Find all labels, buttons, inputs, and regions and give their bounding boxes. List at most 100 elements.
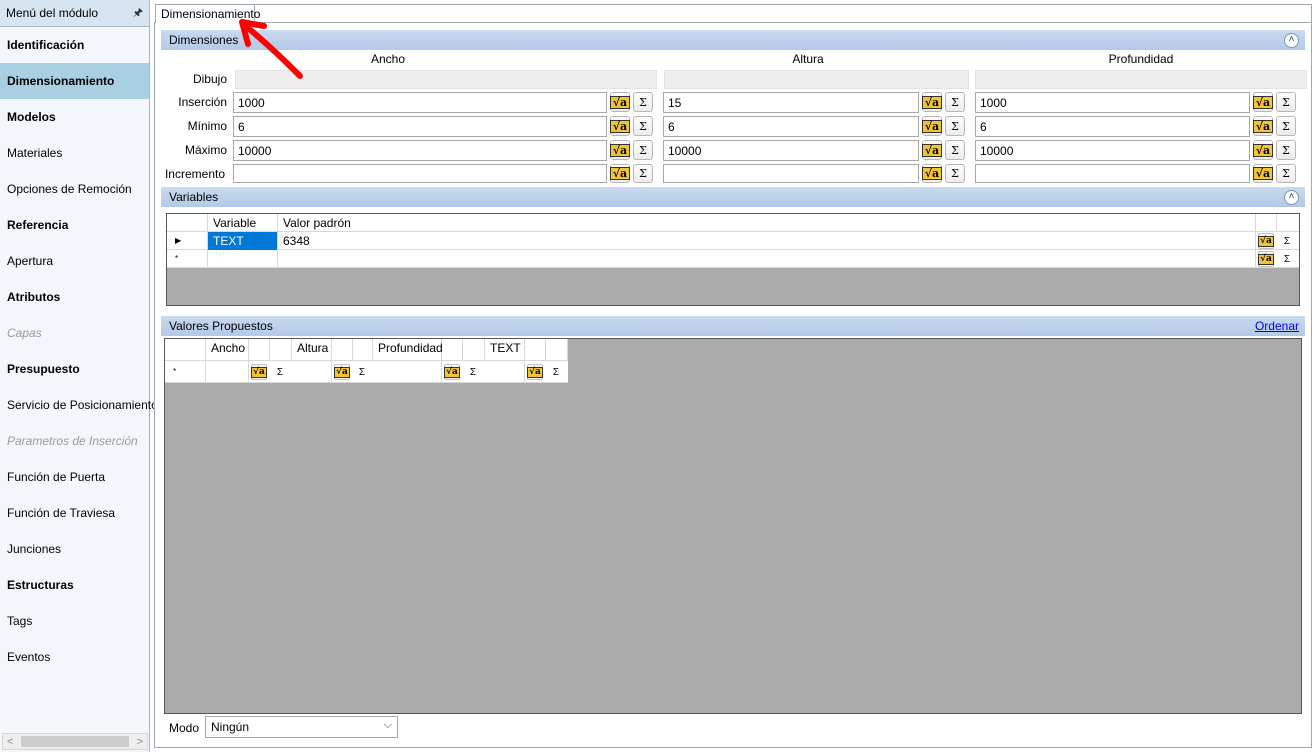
new-row[interactable]: * √a Σ √a Σ √a Σ √a Σ <box>165 361 568 383</box>
maximo-profundidad-input[interactable]: 10000 <box>975 140 1250 161</box>
formula-button[interactable]: √a <box>527 364 543 380</box>
menu-item-funcion-puerta[interactable]: Función de Puerta <box>0 459 149 495</box>
sum-button[interactable]: Σ <box>945 116 965 136</box>
new-row[interactable]: * √a Σ <box>167 250 1299 268</box>
sum-button[interactable]: Σ <box>945 92 965 112</box>
sum-button[interactable]: Σ <box>945 140 965 160</box>
valor-padron-cell[interactable] <box>278 250 1256 268</box>
menu-item-eventos[interactable]: Eventos <box>0 639 149 675</box>
formula-button[interactable]: √a <box>609 116 631 136</box>
pin-icon[interactable]: 🖈 <box>133 4 143 23</box>
menu-item-atributos[interactable]: Atributos <box>0 279 149 315</box>
menu-item-modelos[interactable]: Modelos <box>0 99 149 135</box>
insercion-altura-input[interactable]: 15 <box>663 92 919 113</box>
sum-button[interactable]: Σ <box>633 164 653 183</box>
profundidad-cell[interactable] <box>373 361 442 383</box>
sum-button[interactable]: Σ <box>1276 92 1296 112</box>
variable-name-cell[interactable]: TEXT <box>208 232 278 250</box>
menu-item-referencia[interactable]: Referencia <box>0 207 149 243</box>
scroll-thumb[interactable] <box>21 736 129 747</box>
incremento-altura-input[interactable] <box>663 164 919 183</box>
sum-button[interactable]: Σ <box>272 364 288 380</box>
formula-button[interactable]: √a <box>1258 233 1274 249</box>
modo-select[interactable]: Ningún ⌵ <box>205 716 398 738</box>
col-header-text[interactable]: TEXT <box>485 339 525 361</box>
incremento-profundidad-input[interactable] <box>975 164 1250 183</box>
chevron-down-icon[interactable]: ⌵ <box>384 719 392 732</box>
menu-item-funcion-traviesa[interactable]: Función de Traviesa <box>0 495 149 531</box>
formula-button[interactable]: √a <box>609 164 631 183</box>
incremento-ancho-input[interactable] <box>233 164 607 183</box>
maximo-ancho-input[interactable]: 10000 <box>233 140 607 161</box>
sum-button[interactable]: Σ <box>1276 164 1296 183</box>
formula-button[interactable]: √a <box>1252 164 1274 183</box>
menu-item-junciones[interactable]: Junciones <box>0 531 149 567</box>
valores-propuestos-grid[interactable]: Ancho Altura Profundidad TEXT * √a Σ √a <box>164 338 1302 714</box>
menu-item-servicio-posicionamiento[interactable]: Servicio de Posicionamiento <box>0 387 158 423</box>
scroll-left-icon[interactable]: < <box>7 736 13 748</box>
formula-button[interactable]: √a <box>1258 251 1274 267</box>
formula-button[interactable]: √a <box>1252 140 1274 160</box>
valor-padron-cell[interactable]: 6348 <box>278 232 1256 250</box>
col-header-altura: Altura <box>792 52 824 66</box>
col-header-valor-padron[interactable]: Valor padrón <box>278 214 1256 232</box>
menu-item-materiales[interactable]: Materiales <box>0 135 149 171</box>
sum-button[interactable]: Σ <box>548 364 564 380</box>
sum-button[interactable]: Σ <box>1276 140 1296 160</box>
formula-button[interactable]: √a <box>921 140 943 160</box>
sidebar-horizontal-scrollbar[interactable]: < > <box>2 733 148 750</box>
col-header-profundidad: Profundidad <box>1108 52 1174 66</box>
menu-item-estructuras[interactable]: Estructuras <box>0 567 149 603</box>
formula-button[interactable]: √a <box>1252 92 1274 112</box>
sum-button[interactable]: Σ <box>633 140 653 160</box>
table-row[interactable]: ▶ TEXT 6348 √a Σ <box>167 232 1299 250</box>
formula-button[interactable]: √a <box>609 92 631 112</box>
formula-button[interactable]: √a <box>609 140 631 160</box>
minimo-profundidad-input[interactable]: 6 <box>975 116 1250 137</box>
altura-cell[interactable] <box>292 361 332 383</box>
variables-grid[interactable]: Variable Valor padrón ▶ TEXT 6348 √a Σ *… <box>166 213 1300 306</box>
sum-button[interactable]: Σ <box>465 364 481 380</box>
col-header-formula <box>332 339 353 361</box>
menu-item-opciones-remocion[interactable]: Opciones de Remoción <box>0 171 149 207</box>
menu-item-presupuesto[interactable]: Presupuesto <box>0 351 149 387</box>
insercion-profundidad-input[interactable]: 1000 <box>975 92 1250 113</box>
maximo-altura-input[interactable]: 10000 <box>663 140 919 161</box>
formula-button[interactable]: √a <box>921 92 943 112</box>
double-chevron-up-icon[interactable]: ˄ <box>1284 189 1299 205</box>
sum-button[interactable]: Σ <box>633 92 653 112</box>
col-header-formula <box>442 339 463 361</box>
current-row-marker: ▶ <box>167 232 208 250</box>
scroll-right-icon[interactable]: > <box>137 736 143 748</box>
sum-button[interactable]: Σ <box>945 164 965 183</box>
formula-button[interactable]: √a <box>251 364 267 380</box>
ordenar-link[interactable]: Ordenar <box>1255 319 1299 333</box>
ancho-cell[interactable] <box>206 361 249 383</box>
sum-button[interactable]: Σ <box>1279 251 1295 267</box>
formula-button[interactable]: √a <box>921 116 943 136</box>
sum-button[interactable]: Σ <box>633 116 653 136</box>
formula-button[interactable]: √a <box>921 164 943 183</box>
formula-button[interactable]: √a <box>444 364 460 380</box>
menu-item-tags[interactable]: Tags <box>0 603 149 639</box>
col-header-profundidad[interactable]: Profundidad <box>373 339 443 361</box>
minimo-ancho-input[interactable]: 6 <box>233 116 607 137</box>
col-header-altura[interactable]: Altura <box>292 339 332 361</box>
insercion-ancho-input[interactable]: 1000 <box>233 92 607 113</box>
double-chevron-up-icon[interactable]: ˄ <box>1284 32 1299 48</box>
minimo-altura-input[interactable]: 6 <box>663 116 919 137</box>
menu-item-apertura[interactable]: Apertura <box>0 243 149 279</box>
variables-header-row: Variable Valor padrón <box>167 214 1299 232</box>
valores-propuestos-title: Valores Propuestos <box>169 319 273 333</box>
formula-button[interactable]: √a <box>334 364 350 380</box>
variable-name-cell[interactable] <box>208 250 278 268</box>
sum-button[interactable]: Σ <box>1276 116 1296 136</box>
formula-button[interactable]: √a <box>1252 116 1274 136</box>
menu-item-identificacion[interactable]: Identificación <box>0 27 149 63</box>
sum-button[interactable]: Σ <box>354 364 370 380</box>
sum-button[interactable]: Σ <box>1279 233 1295 249</box>
menu-item-dimensionamiento[interactable]: Dimensionamiento <box>0 63 149 99</box>
col-header-ancho[interactable]: Ancho <box>206 339 249 361</box>
text-cell[interactable] <box>485 361 525 383</box>
col-header-variable[interactable]: Variable <box>208 214 278 232</box>
